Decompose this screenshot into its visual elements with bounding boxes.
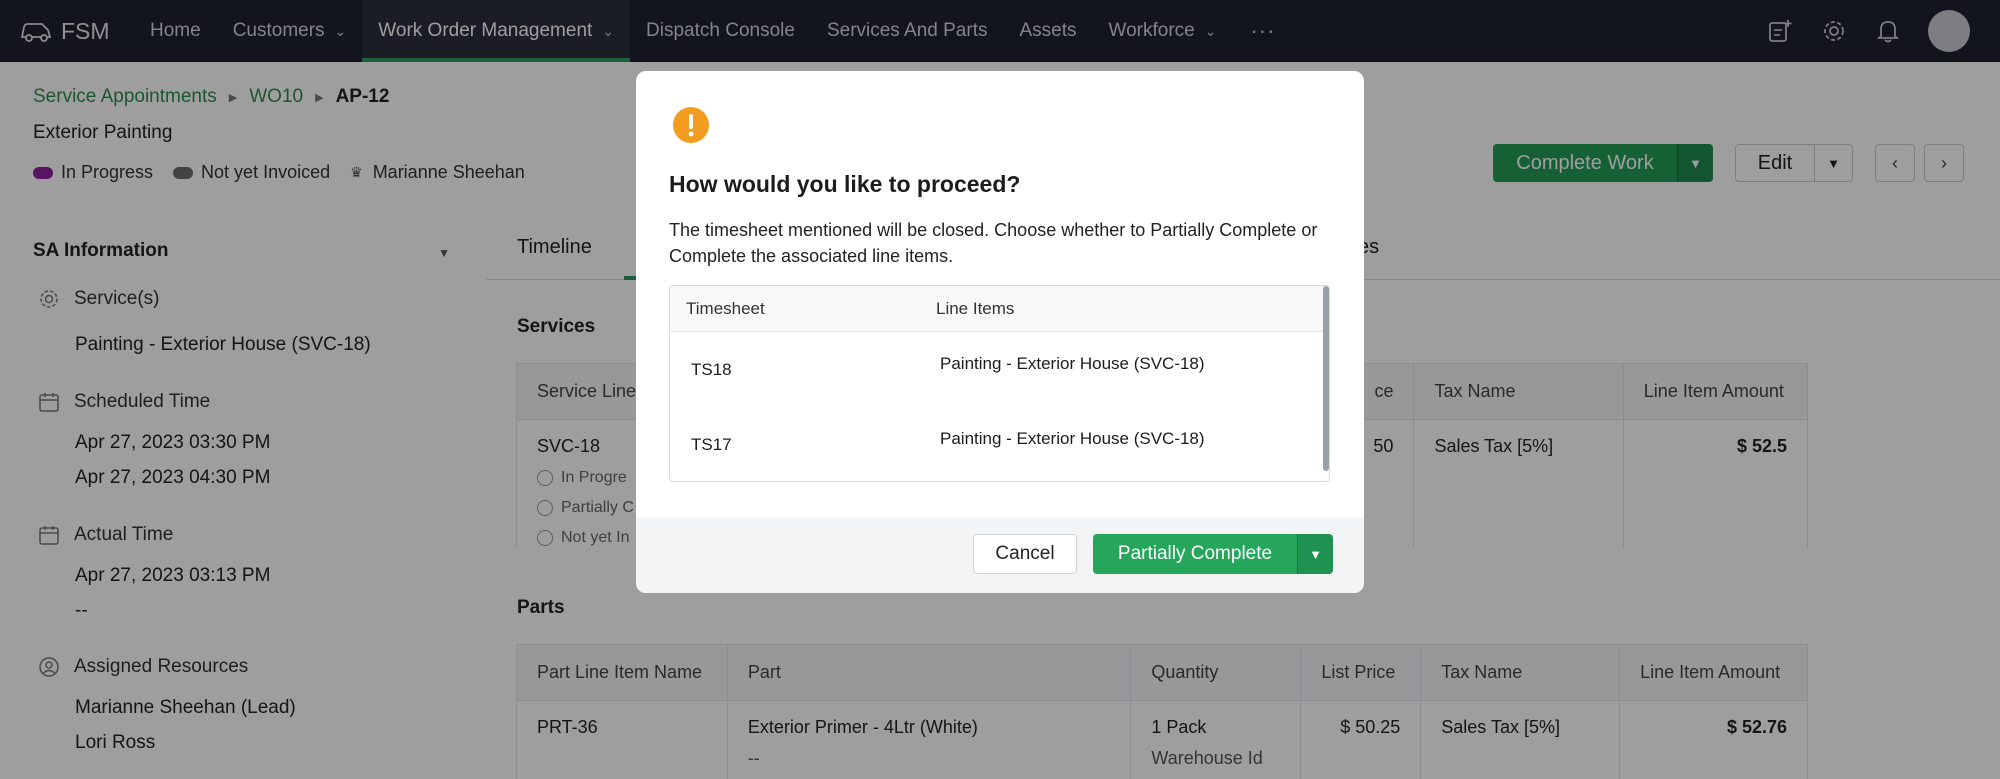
partially-complete-button[interactable]: Partially Complete	[1093, 534, 1297, 574]
timesheet-id: TS18	[691, 360, 732, 379]
warning-icon	[672, 106, 710, 149]
table-row[interactable]: TS18 Painting - Exterior House (SVC-18)	[670, 332, 1329, 407]
table-scrollbar[interactable]	[1323, 286, 1329, 471]
column-header-timesheet: Timesheet	[686, 298, 765, 318]
chevron-down-icon[interactable]: ▼	[1297, 534, 1333, 574]
proceed-dialog: How would you like to proceed? The times…	[636, 71, 1364, 593]
line-item-text: Painting - Exterior House (SVC-18)	[940, 354, 1205, 373]
line-item-text: Painting - Exterior House (SVC-18)	[940, 429, 1205, 448]
timesheet-id: TS17	[691, 435, 732, 454]
partially-complete-button-group: Partially Complete ▼	[1093, 534, 1333, 574]
dialog-title: How would you like to proceed?	[669, 171, 1021, 197]
timesheet-table: Timesheet Line Items TS18 Painting - Ext…	[669, 285, 1330, 482]
cancel-button[interactable]: Cancel	[973, 534, 1077, 574]
dialog-message: The timesheet mentioned will be closed. …	[669, 220, 1318, 266]
dialog-footer: Cancel Partially Complete ▼	[636, 517, 1364, 593]
table-header-row: Timesheet Line Items	[670, 286, 1329, 332]
column-header-line-items: Line Items	[936, 298, 1015, 318]
table-row[interactable]: TS17 Painting - Exterior House (SVC-18)	[670, 407, 1329, 481]
